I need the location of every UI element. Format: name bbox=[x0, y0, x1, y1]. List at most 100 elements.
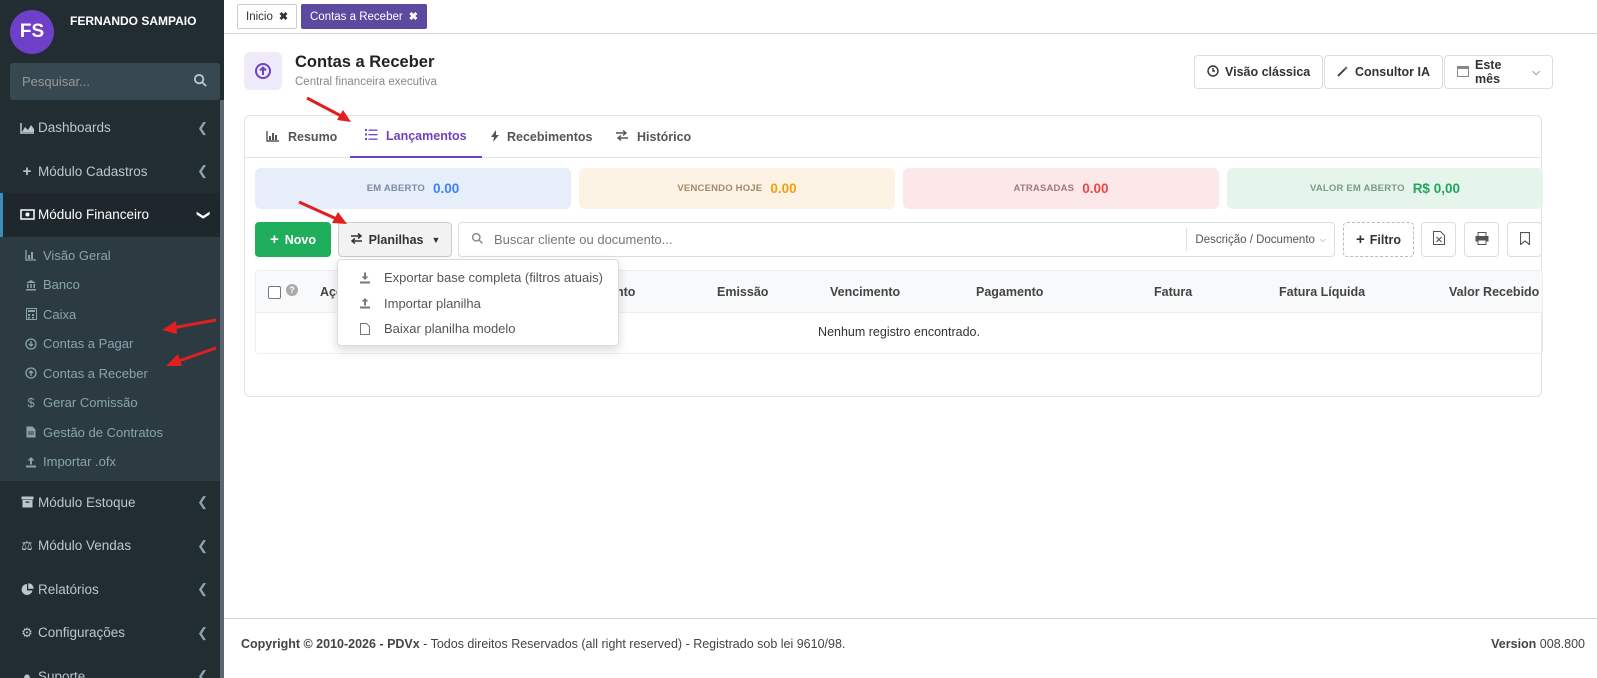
sidebar-item-relatorios[interactable]: Relatórios ❮ bbox=[0, 568, 220, 612]
main-content: Contas a Receber Central financeira exec… bbox=[224, 35, 1597, 678]
version: Version 008.800 bbox=[1491, 637, 1585, 651]
bookmark-button[interactable] bbox=[1507, 222, 1542, 257]
ai-consultant-button[interactable]: Consultor IA bbox=[1324, 55, 1443, 89]
sidebar: FS FERNANDO SAMPAIO Pesquisar... Dashboa… bbox=[0, 0, 224, 678]
close-icon[interactable]: ✖ bbox=[279, 10, 288, 23]
chevron-left-icon: ❮ bbox=[197, 537, 208, 553]
copyright: Copyright © 2010-2026 - PDVx - Todos dir… bbox=[241, 637, 846, 651]
annotation-arrow bbox=[306, 96, 351, 122]
tab-lancamentos[interactable]: Lançamentos bbox=[350, 116, 482, 158]
chevron-left-icon: ❮ bbox=[197, 494, 208, 510]
file-icon bbox=[24, 426, 38, 438]
menu-item-download-template[interactable]: Baixar planilha modelo bbox=[338, 316, 618, 342]
chevron-down-icon: ❮ bbox=[194, 209, 210, 221]
page-subtitle: Central financeira executiva bbox=[295, 76, 437, 88]
arrow-circle-up-icon bbox=[255, 63, 271, 79]
main-card: Resumo Lançamentos Recebimentos Históric… bbox=[244, 115, 1543, 397]
annotation-arrow bbox=[298, 200, 347, 224]
print-button[interactable] bbox=[1464, 222, 1499, 257]
footer: Copyright © 2010-2026 - PDVx - Todos dir… bbox=[224, 618, 1597, 678]
menu-item-export-full[interactable]: Exportar base completa (filtros atuais) bbox=[338, 265, 618, 291]
sidebar-search[interactable]: Pesquisar... bbox=[10, 63, 220, 100]
avatar[interactable]: FS bbox=[10, 10, 54, 54]
chevron-down-icon: ⌵ bbox=[1532, 66, 1540, 78]
top-tab-bar: Inicio ✖ Contas a Receber ✖ bbox=[224, 0, 1597, 34]
list-icon bbox=[365, 129, 378, 143]
gears-icon: ⚙ bbox=[21, 624, 33, 640]
bank-icon bbox=[24, 279, 38, 291]
upload-icon bbox=[24, 456, 38, 468]
tab-contas-a-receber[interactable]: Contas a Receber ✖ bbox=[301, 4, 427, 29]
spreadsheets-dropdown: Exportar base completa (filtros atuais) … bbox=[337, 259, 619, 346]
col-fatura[interactable]: Fatura bbox=[1154, 285, 1192, 299]
records-search[interactable]: Buscar cliente ou documento... Descrição… bbox=[458, 222, 1335, 257]
chevron-left-icon: ❮ bbox=[197, 668, 208, 678]
annotation-arrow bbox=[162, 318, 217, 334]
page-title: Contas a Receber bbox=[295, 53, 435, 71]
period-select[interactable]: Este mês ⌵ bbox=[1444, 55, 1553, 89]
tab-recebimentos[interactable]: Recebimentos bbox=[491, 116, 592, 158]
menu-item-import-spreadsheet[interactable]: Importar planilha bbox=[338, 291, 618, 317]
sidebar-item-vendas[interactable]: ⚖ Módulo Vendas ❮ bbox=[0, 524, 220, 568]
sidebar-item-suporte[interactable]: ● Suporte ❮ bbox=[0, 655, 220, 678]
tab-historico[interactable]: Histórico bbox=[615, 116, 691, 158]
col-vencimento[interactable]: Vencimento bbox=[830, 285, 900, 299]
kpi-atrasadas: ATRASADAS 0.00 bbox=[903, 168, 1219, 209]
bookmark-icon bbox=[1519, 231, 1530, 248]
help-icon[interactable]: ? bbox=[286, 284, 298, 296]
page-icon bbox=[244, 52, 282, 90]
sidebar-item-financeiro[interactable]: Módulo Financeiro ❮ bbox=[0, 193, 220, 237]
kpi-vencendo-hoje: VENCENDO HOJE 0.00 bbox=[579, 168, 895, 209]
search-icon bbox=[471, 232, 484, 248]
plus-icon: + bbox=[1355, 231, 1365, 248]
col-pagamento[interactable]: Pagamento bbox=[976, 285, 1043, 299]
dollar-icon: $ bbox=[27, 395, 35, 411]
tab-inicio[interactable]: Inicio ✖ bbox=[237, 4, 298, 29]
spreadsheets-button[interactable]: Planilhas ▼ bbox=[338, 222, 452, 257]
plus-icon: + bbox=[269, 231, 279, 248]
download-icon bbox=[358, 272, 372, 284]
sidebar-item-estoque[interactable]: Módulo Estoque ❮ bbox=[0, 481, 220, 525]
pie-chart-icon bbox=[18, 583, 36, 596]
close-icon[interactable]: ✖ bbox=[409, 10, 418, 23]
sidebar-item-configuracoes[interactable]: ⚙ Configurações ❮ bbox=[0, 611, 220, 655]
chevron-down-icon: ⌵ bbox=[1319, 234, 1326, 244]
col-emissao[interactable]: Emissão bbox=[717, 285, 768, 299]
plus-icon: + bbox=[22, 162, 32, 180]
select-all-checkbox[interactable] bbox=[268, 286, 281, 299]
upload-icon bbox=[358, 297, 372, 309]
records-search-input[interactable]: Buscar cliente ou documento... bbox=[494, 232, 1186, 247]
clock-icon bbox=[1207, 64, 1219, 80]
file-icon bbox=[358, 322, 372, 335]
sidebar-item-banco[interactable]: Banco bbox=[0, 270, 220, 300]
caret-down-icon: ▼ bbox=[431, 234, 441, 245]
sidebar-item-importar-ofx[interactable]: Importar .ofx bbox=[0, 447, 220, 477]
balance-scale-icon: ⚖ bbox=[21, 537, 33, 553]
bolt-icon bbox=[491, 129, 499, 145]
col-fatura-liquida[interactable]: Fatura Líquida bbox=[1279, 285, 1365, 299]
calculator-icon bbox=[24, 308, 38, 321]
chevron-left-icon: ❮ bbox=[197, 119, 208, 135]
exchange-icon bbox=[350, 232, 363, 247]
sidebar-item-dashboards[interactable]: Dashboards ❮ bbox=[0, 106, 220, 150]
exchange-icon bbox=[615, 129, 629, 144]
money-icon bbox=[18, 209, 36, 220]
print-icon bbox=[1475, 231, 1489, 248]
calendar-icon bbox=[1457, 65, 1469, 80]
sidebar-menu: Dashboards ❮ + Módulo Cadastros ❮ Módulo… bbox=[0, 106, 220, 678]
sidebar-search-input[interactable]: Pesquisar... bbox=[22, 74, 193, 89]
search-icon[interactable] bbox=[193, 73, 208, 91]
excel-export-button[interactable] bbox=[1421, 222, 1456, 257]
sidebar-item-gestao-contratos[interactable]: Gestão de Contratos bbox=[0, 418, 220, 448]
sidebar-item-visao-geral[interactable]: Visão Geral bbox=[0, 241, 220, 271]
classic-view-button[interactable]: Visão clássica bbox=[1194, 55, 1324, 89]
filter-button[interactable]: + Filtro bbox=[1343, 222, 1414, 257]
bar-chart-icon bbox=[266, 130, 280, 145]
sidebar-item-cadastros[interactable]: + Módulo Cadastros ❮ bbox=[0, 150, 220, 194]
search-field-select[interactable]: Descrição / Documento ⌵ bbox=[1186, 228, 1334, 251]
area-chart-icon bbox=[18, 122, 36, 134]
magic-wand-icon bbox=[1337, 65, 1349, 80]
col-valor-recebido[interactable]: Valor Recebido bbox=[1449, 285, 1539, 299]
sidebar-item-gerar-comissao[interactable]: $ Gerar Comissão bbox=[0, 388, 220, 418]
file-excel-icon bbox=[1432, 231, 1445, 248]
